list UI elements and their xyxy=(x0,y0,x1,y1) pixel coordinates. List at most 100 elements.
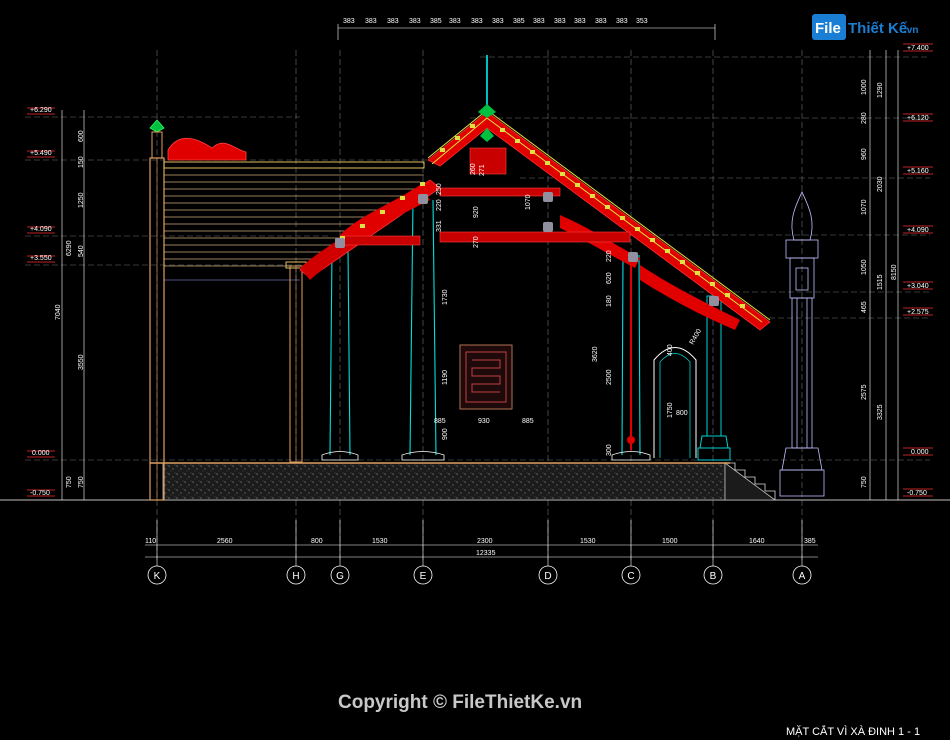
interior-dim: 220 xyxy=(436,199,443,211)
interior-dim: 800 xyxy=(676,410,688,417)
vdim: 2030 xyxy=(877,176,884,192)
axis-label-b: B xyxy=(710,571,717,582)
axis-label-h: H xyxy=(292,571,299,582)
bottom-total: 12335 xyxy=(476,550,496,557)
brand-logo: File Thiết Kế .vn xyxy=(812,14,918,40)
top-dim: 383 xyxy=(387,18,399,25)
level-label: -0.750 xyxy=(907,490,927,497)
interior-dim: 271 xyxy=(479,164,486,176)
vdim: 960 xyxy=(861,148,868,160)
level-label: +6.120 xyxy=(907,115,929,122)
interior-dim: 620 xyxy=(606,272,613,284)
vdim: 1050 xyxy=(861,259,868,275)
level-label: +2.575 xyxy=(907,309,929,316)
vdim: 750 xyxy=(861,476,868,488)
top-dim: 383 xyxy=(574,18,586,25)
interior-dim: 1190 xyxy=(442,370,449,385)
left-vertical-dims: 600 150 1250 540 3550 750 6290 7040 750 xyxy=(55,130,85,488)
top-dim: 383 xyxy=(471,18,483,25)
level-label: +3.550 xyxy=(30,255,52,262)
logo-domain-text: .vn xyxy=(904,25,918,36)
bottom-dim: 1530 xyxy=(372,538,388,545)
cad-section-drawing: 383 383 383 383 385 383 383 383 385 383 … xyxy=(0,18,950,738)
interior-dim: R400 xyxy=(689,328,703,346)
level-label: +5.490 xyxy=(30,150,52,157)
vdim: 3550 xyxy=(78,354,85,370)
logo-file-text: File xyxy=(815,20,841,37)
interior-dim: 1070 xyxy=(525,194,532,210)
level-label: +3.040 xyxy=(907,283,929,290)
interior-dim: 3620 xyxy=(592,346,599,362)
axis-label-k: K xyxy=(154,571,161,582)
interior-dim: 260 xyxy=(470,163,477,175)
top-dim: 383 xyxy=(492,18,504,25)
interior-dim: 220 xyxy=(606,250,613,262)
level-label: 0.000 xyxy=(32,450,50,457)
interior-dim: 885 xyxy=(522,418,534,425)
logo-brand-text: Thiết Kế xyxy=(848,20,908,37)
right-levels: +7.400 +6.120 +5.160 +4.090 +3.040 +2.57… xyxy=(903,43,933,497)
top-dim: 383 xyxy=(595,18,607,25)
top-dim: 383 xyxy=(616,18,628,25)
interior-dim: 920 xyxy=(473,206,480,218)
interior-dim: 1730 xyxy=(442,289,449,305)
axis-label-a: A xyxy=(799,571,806,582)
interior-dim: 331 xyxy=(436,220,443,232)
top-dimensions: 383 383 383 383 385 383 383 383 385 383 … xyxy=(343,18,648,25)
vdim: 465 xyxy=(861,301,868,313)
vdim: 7040 xyxy=(55,304,62,320)
top-dim: 353 xyxy=(636,18,648,25)
vdim: 1070 xyxy=(861,199,868,215)
top-dim: 385 xyxy=(430,18,442,25)
drawing-title: MẶT CẮT VÌ XÀ ĐINH 1 - 1 xyxy=(786,725,920,738)
interior-dim: 930 xyxy=(478,418,490,425)
vdim: 8150 xyxy=(891,264,898,280)
vdim: 750 xyxy=(78,476,85,488)
vdim: 3325 xyxy=(877,404,884,420)
bottom-dimensions: 110 2560 800 1530 2300 1530 1500 1640 38… xyxy=(145,538,816,557)
vdim: 1515 xyxy=(877,274,884,290)
interior-dim: 900 xyxy=(442,428,449,440)
vdim: 1250 xyxy=(78,192,85,208)
vdim: 6290 xyxy=(66,240,73,256)
level-label: +4.090 xyxy=(30,226,52,233)
bottom-dim: 110 xyxy=(145,538,156,545)
interior-dim: 300 xyxy=(606,444,613,456)
interior-dim: 250 xyxy=(436,183,443,195)
vdim: 1000 xyxy=(861,79,868,95)
copyright-watermark: Copyright © FileThietKe.vn xyxy=(338,692,582,713)
bottom-dim: 2300 xyxy=(477,538,493,545)
top-dim: 383 xyxy=(449,18,461,25)
top-dim: 383 xyxy=(533,18,545,25)
ground xyxy=(0,462,950,501)
axis-label-g: G xyxy=(336,571,344,582)
vdim: 150 xyxy=(78,156,85,168)
level-label: -0.750 xyxy=(30,490,50,497)
interior-dim: 1750 xyxy=(667,402,674,418)
interior-dim: 885 xyxy=(434,418,446,425)
top-dim: 383 xyxy=(554,18,566,25)
interior-dim: 270 xyxy=(473,236,480,248)
bottom-dim: 385 xyxy=(804,538,816,545)
left-levels: +6.290 +5.490 +4.090 +3.550 0.000 -0.750 xyxy=(27,107,55,497)
axis-label-d: D xyxy=(544,571,551,582)
top-dim: 383 xyxy=(365,18,377,25)
vdim: 750 xyxy=(66,476,73,488)
roof-structure xyxy=(299,55,771,450)
top-dim: 383 xyxy=(343,18,355,25)
vdim: 1290 xyxy=(877,82,884,98)
level-label: +5.160 xyxy=(907,168,929,175)
interior-dim: 2500 xyxy=(606,369,613,385)
level-label: +4.090 xyxy=(907,227,929,234)
bottom-dim: 800 xyxy=(311,538,323,545)
level-label: +7.400 xyxy=(907,45,929,52)
back-wall xyxy=(149,119,425,501)
vdim: 2575 xyxy=(861,384,868,400)
axis-label-e: E xyxy=(420,571,427,582)
level-label: 0.000 xyxy=(911,449,929,456)
top-dim: 385 xyxy=(513,18,525,25)
vdim: 540 xyxy=(78,245,85,257)
bottom-dim: 1530 xyxy=(580,538,596,545)
axis-label-c: C xyxy=(627,571,634,582)
level-label: +6.290 xyxy=(30,107,52,114)
